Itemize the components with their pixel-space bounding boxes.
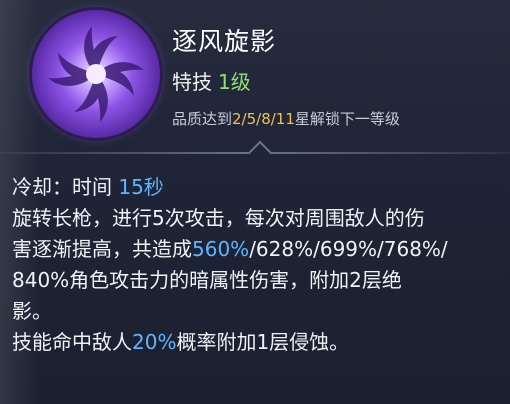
description-text: 技能命中敌人 (12, 330, 132, 354)
cooldown-label: 冷却：时间 (12, 175, 112, 199)
skill-type-label: 特技 (172, 70, 212, 94)
cooldown-line: 冷却：时间 15秒 (12, 172, 502, 203)
proc-chance-value: 20% (132, 330, 177, 354)
description-line-5: 技能命中敌人20%概率附加1层侵蚀。 (12, 327, 502, 358)
unlock-requirement: 品质达到2/5/8/11星解锁下一等级 (172, 108, 400, 129)
description-line-4: 影。 (12, 299, 52, 323)
skill-description: 冷却：时间 15秒 旋转长枪，进行5次攻击，每次对周围敌人的伤 害逐渐提高，共造… (12, 172, 502, 358)
description-text: 害逐渐提高，共造成 (12, 237, 192, 261)
description-line-1: 旋转长枪，进行5次攻击，每次对周围敌人的伤 (12, 206, 425, 230)
whirlwind-spiral-icon (32, 10, 160, 138)
skill-level: 1级 (218, 70, 251, 94)
damage-next-values: /628%/699%/768%/ (249, 237, 448, 261)
cooldown-value: 15秒 (118, 175, 164, 199)
damage-current-value: 560% (192, 237, 250, 261)
unlock-star-thresholds: 2/5/8/11 (232, 110, 295, 128)
description-line-3: 840%角色攻击力的暗属性伤害，附加2层绝 (12, 268, 402, 292)
unlock-suffix: 星解锁下一等级 (294, 110, 400, 128)
description-text: 概率附加1层侵蚀。 (176, 330, 350, 354)
skill-header: 逐风旋影 特技 1级 品质达到2/5/8/11星解锁下一等级 (0, 0, 510, 150)
skill-name: 逐风旋影 (172, 27, 277, 56)
unlock-prefix: 品质达到 (172, 110, 233, 128)
description-line-2: 害逐渐提高，共造成560%/628%/699%/768%/ (12, 234, 502, 265)
skill-type-line: 特技 1级 (172, 66, 251, 95)
skill-tooltip-panel: 逐风旋影 特技 1级 品质达到2/5/8/11星解锁下一等级 冷却：时间 15秒 … (0, 0, 510, 404)
